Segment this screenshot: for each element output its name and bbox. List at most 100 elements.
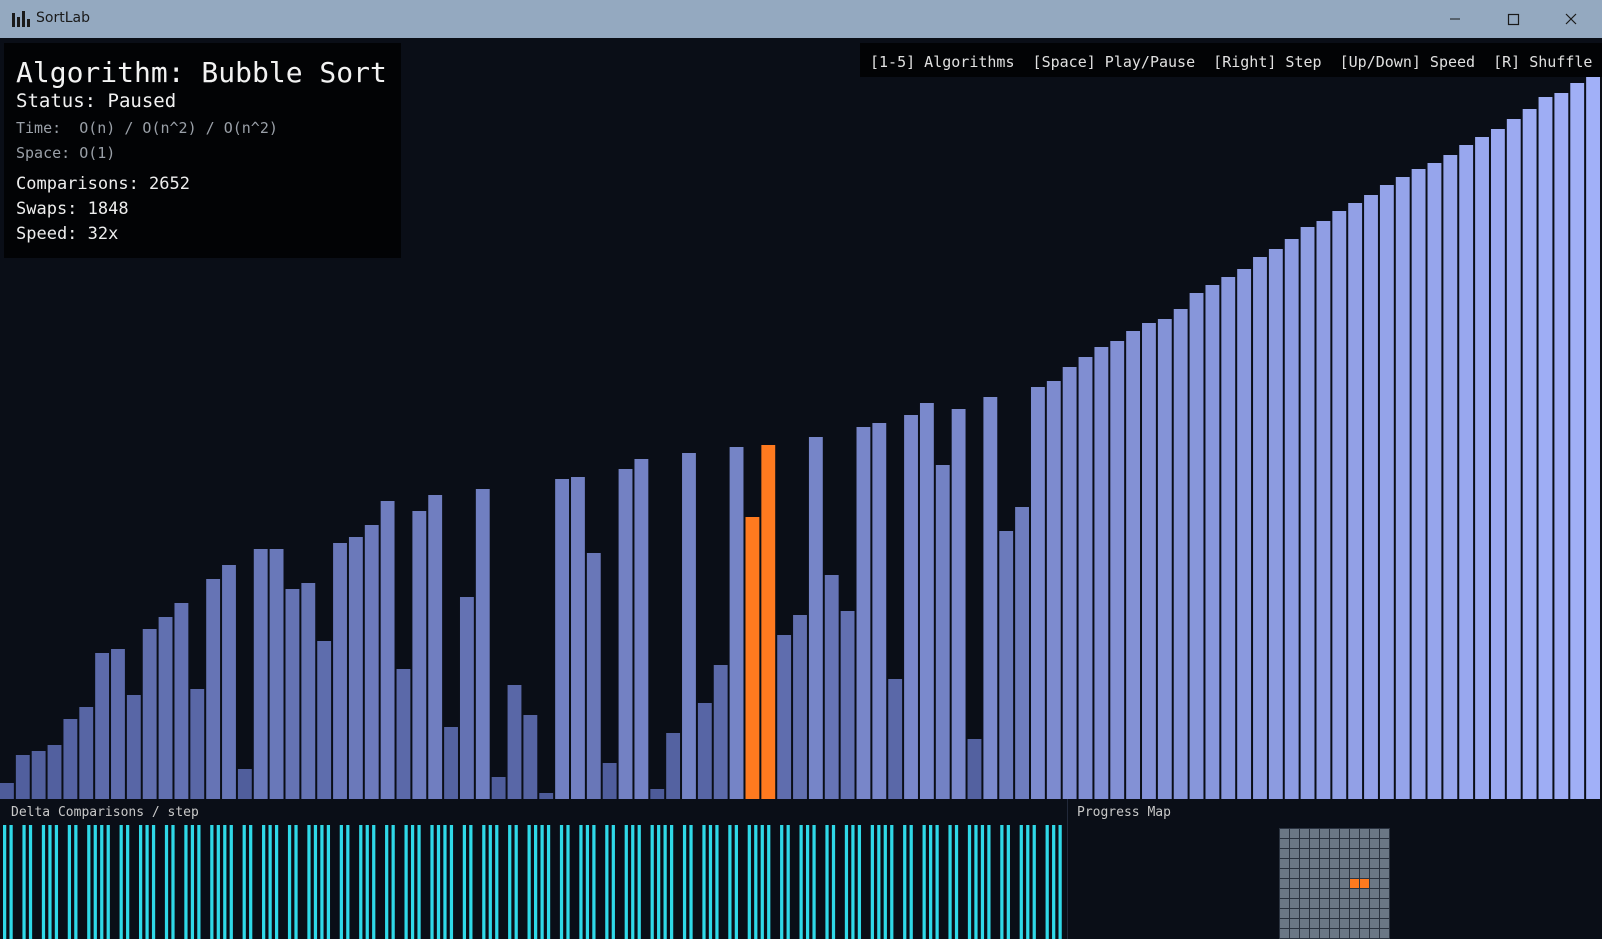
progress-cell: [1280, 859, 1289, 868]
delta-bar: [728, 825, 732, 939]
delta-bar: [592, 825, 596, 939]
progress-cell: [1370, 839, 1379, 848]
delta-bar: [106, 825, 110, 939]
delta-bar: [922, 825, 926, 939]
progress-cell: [1340, 859, 1349, 868]
progress-cell: [1280, 909, 1289, 918]
progress-cell: [1370, 829, 1379, 838]
delta-bar: [210, 825, 214, 939]
progress-cell: [1310, 899, 1319, 908]
delta-bar: [404, 825, 408, 939]
array-bar: [1126, 331, 1141, 799]
array-bar: [364, 525, 379, 799]
array-bar: [999, 531, 1014, 799]
array-bar: [459, 597, 474, 799]
delta-bar: [54, 825, 59, 939]
progress-cell: [1330, 929, 1339, 938]
progress-cell: [1330, 839, 1339, 848]
progress-cell: [1360, 869, 1369, 878]
array-bar: [1062, 367, 1077, 799]
progress-cell: [1320, 929, 1329, 938]
progress-cell: [1280, 869, 1289, 878]
progress-cell: [1360, 899, 1369, 908]
delta-bar: [313, 825, 318, 939]
delta-bar: [559, 825, 564, 939]
progress-cell: [1330, 849, 1339, 858]
progress-cell: [1340, 879, 1349, 888]
array-bar: [666, 733, 681, 799]
delta-bar: [443, 825, 447, 939]
delta-bar: [682, 825, 687, 939]
progress-cell: [1320, 909, 1329, 918]
progress-cell: [1290, 899, 1299, 908]
delta-bar: [929, 825, 933, 939]
progress-cell: [1300, 889, 1309, 898]
delta-bar: [799, 825, 803, 939]
progress-cell: [1320, 919, 1329, 928]
delta-bar: [482, 825, 486, 939]
progress-cell: [1340, 919, 1349, 928]
progress-grid: [1279, 828, 1390, 939]
array-bar: [618, 469, 633, 799]
progress-cell: [1360, 909, 1369, 918]
delta-bar: [831, 825, 836, 939]
delta-bars: [3, 825, 1062, 939]
progress-cell: [1290, 929, 1299, 938]
delta-bar: [359, 825, 363, 939]
minimize-icon: [1450, 18, 1460, 20]
delta-bar: [760, 825, 764, 939]
info-panel: Algorithm: Bubble Sort Status: Paused Ti…: [4, 43, 401, 258]
delta-bar: [184, 825, 188, 939]
delta-bar: [767, 825, 771, 939]
delta-bar: [365, 825, 369, 939]
array-bar: [31, 751, 46, 799]
array-bar: [650, 789, 665, 799]
delta-bar: [1026, 825, 1030, 939]
progress-cell: [1380, 859, 1389, 868]
progress-cell: [1280, 899, 1289, 908]
array-bar: [586, 553, 601, 799]
delta-bar: [138, 825, 143, 939]
array-bar: [1237, 269, 1252, 799]
progress-cell: [1350, 849, 1359, 858]
progress-cell: [1300, 859, 1309, 868]
delta-bar: [372, 825, 376, 939]
title-bar[interactable]: SortLab: [0, 0, 1602, 38]
array-bar: [1379, 185, 1394, 799]
progress-cell: [1380, 909, 1389, 918]
array-bar: [1173, 309, 1188, 799]
progress-cell: [1280, 849, 1289, 858]
swaps-count: Swaps: 1848: [16, 199, 129, 219]
array-bar: [872, 423, 887, 799]
progress-cell: [1380, 929, 1389, 938]
progress-cell: [1380, 839, 1389, 848]
delta-bar: [93, 825, 97, 939]
delta-bar: [851, 825, 855, 939]
array-bar: [348, 537, 363, 799]
progress-cell: [1300, 839, 1309, 848]
delta-bar: [307, 825, 311, 939]
minimize-button[interactable]: [1426, 0, 1484, 38]
progress-cell: [1350, 889, 1359, 898]
delta-bar: [566, 825, 570, 939]
delta-bar: [67, 825, 71, 939]
array-bar: [1284, 239, 1299, 799]
delta-bar: [48, 825, 52, 939]
speed-value: Speed: 32x: [16, 224, 119, 244]
space-complexity: Space: O(1): [16, 144, 116, 162]
progress-cell: [1360, 859, 1369, 868]
delta-bar: [857, 825, 862, 939]
close-button[interactable]: [1542, 0, 1600, 38]
maximize-button[interactable]: [1484, 0, 1542, 38]
progress-cell-active: [1350, 879, 1359, 888]
delta-bar: [462, 825, 467, 939]
array-bar: [1586, 71, 1600, 799]
delta-bar: [805, 825, 810, 939]
delta-bar: [119, 825, 123, 939]
delta-bar: [527, 825, 531, 939]
delta-bar: [534, 825, 538, 939]
array-bar: [95, 653, 110, 799]
array-bar: [1157, 319, 1172, 799]
progress-cell: [1370, 879, 1379, 888]
delta-bar: [320, 825, 324, 939]
